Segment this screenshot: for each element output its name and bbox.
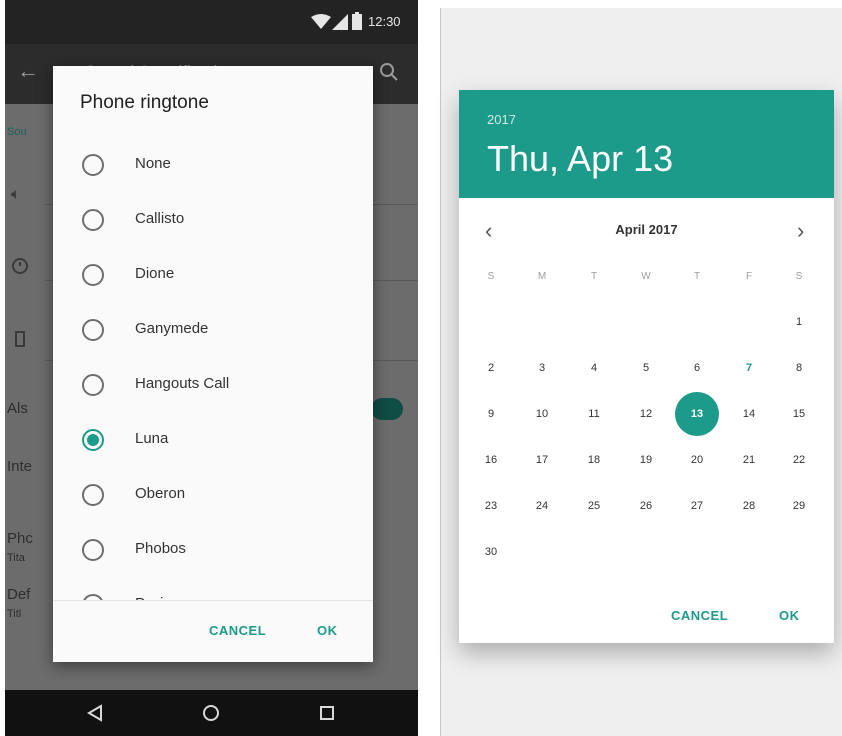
ringtone-label: Oberon xyxy=(135,485,186,502)
wifi-icon xyxy=(311,14,331,29)
row-text-interruptions: Inte xyxy=(7,458,33,475)
cancel-button[interactable]: CANCEL xyxy=(209,623,266,638)
day-cell[interactable]: 24 xyxy=(527,500,557,512)
ringtone-item[interactable]: Dione xyxy=(53,249,373,304)
radio-button[interactable] xyxy=(82,154,104,176)
day-cell[interactable]: 17 xyxy=(527,454,557,466)
battery-icon xyxy=(352,12,362,30)
day-cell[interactable]: 1 xyxy=(784,316,814,328)
radio-button[interactable] xyxy=(82,539,104,561)
day-cell[interactable]: 6 xyxy=(682,362,712,374)
row-text-phone-ringtone: Phc xyxy=(7,530,33,547)
day-cell[interactable]: 18 xyxy=(579,454,609,466)
day-cell[interactable]: 15 xyxy=(784,408,814,420)
day-cell[interactable]: 28 xyxy=(734,500,764,512)
day-cell[interactable]: 19 xyxy=(631,454,661,466)
home-icon[interactable] xyxy=(191,690,231,736)
ringtone-item[interactable]: Oberon xyxy=(53,469,373,524)
phone-screen: 12:30 ← Sound & notification Sou 🔈︎ Als … xyxy=(5,0,418,736)
day-cell[interactable]: 23 xyxy=(476,500,506,512)
ringtone-item[interactable]: Ganymede xyxy=(53,304,373,359)
day-cell[interactable]: 9 xyxy=(476,408,506,420)
radio-button-checked[interactable] xyxy=(82,429,104,451)
recents-icon[interactable] xyxy=(307,690,347,736)
weekday-label: T xyxy=(590,271,598,282)
weekday-label: S xyxy=(487,271,495,282)
day-cell[interactable]: 16 xyxy=(476,454,506,466)
day-cell[interactable]: 11 xyxy=(579,408,609,420)
weekday-label: W xyxy=(641,271,651,282)
picker-ok-button[interactable]: OK xyxy=(779,608,800,623)
ringtone-label: Phobos xyxy=(135,540,186,557)
day-cell[interactable]: 21 xyxy=(734,454,764,466)
status-time: 12:30 xyxy=(368,14,401,29)
radio-button[interactable] xyxy=(82,319,104,341)
radio-button[interactable] xyxy=(82,484,104,506)
ringtone-label: Callisto xyxy=(135,210,185,227)
search-icon[interactable] xyxy=(379,62,399,82)
volume-icon: 🔈︎ xyxy=(11,186,21,203)
back-icon[interactable] xyxy=(75,690,115,736)
day-cell[interactable]: 22 xyxy=(784,454,814,466)
month-label: April 2017 xyxy=(615,222,678,237)
weekday-label: T xyxy=(693,271,701,282)
toggle-switch[interactable] xyxy=(371,398,403,420)
day-cell[interactable]: 7 xyxy=(734,362,764,374)
day-cell[interactable]: 12 xyxy=(631,408,661,420)
day-cell[interactable]: 3 xyxy=(527,362,557,374)
weekday-label: F xyxy=(745,271,753,282)
dialog-actions: CANCEL OK xyxy=(53,600,373,662)
selected-day[interactable]: 13 xyxy=(682,408,712,420)
radio-button[interactable] xyxy=(82,374,104,396)
row-text-also-vibrate: Als xyxy=(7,400,28,417)
picker-cancel-button[interactable]: CANCEL xyxy=(671,608,728,623)
day-cell[interactable]: 26 xyxy=(631,500,661,512)
vibrate-icon xyxy=(15,331,25,347)
dialog-title: Phone ringtone xyxy=(80,92,209,113)
day-cell[interactable]: 2 xyxy=(476,362,506,374)
alarm-icon xyxy=(12,258,28,274)
day-cell[interactable]: 5 xyxy=(631,362,661,374)
year-label[interactable]: 2017 xyxy=(487,112,516,127)
ringtone-item[interactable]: Phobos xyxy=(53,524,373,579)
day-cell[interactable]: 27 xyxy=(682,500,712,512)
ringtone-item[interactable]: Callisto xyxy=(53,194,373,249)
ringtone-label: Dione xyxy=(135,265,175,282)
row-text-default-notification: Def xyxy=(7,586,31,603)
day-cell[interactable]: 25 xyxy=(579,500,609,512)
date-picker-header: 2017 Thu, Apr 13 xyxy=(459,90,834,198)
section-label: Sou xyxy=(7,126,27,138)
selected-date-label[interactable]: Thu, Apr 13 xyxy=(487,138,673,180)
radio-button[interactable] xyxy=(82,209,104,231)
status-bar: 12:30 xyxy=(5,0,418,44)
ringtone-item[interactable]: Luna xyxy=(53,414,373,469)
day-cell[interactable]: 14 xyxy=(734,408,764,420)
day-cell[interactable]: 8 xyxy=(784,362,814,374)
back-arrow-icon[interactable]: ← xyxy=(17,58,39,84)
radio-button[interactable] xyxy=(82,264,104,286)
weekday-label: S xyxy=(795,271,803,282)
ringtone-item[interactable]: None xyxy=(53,139,373,194)
row-subtext-phone-ringtone: Tita xyxy=(7,552,25,564)
day-cell[interactable]: 20 xyxy=(682,454,712,466)
ringtone-label: Luna xyxy=(135,430,169,447)
day-cell[interactable]: 10 xyxy=(527,408,557,420)
date-picker-dialog: 2017 Thu, Apr 13 ‹ April 2017 › SMTWTFS … xyxy=(459,90,834,643)
next-month-icon[interactable]: › xyxy=(797,218,804,244)
day-cell[interactable]: 4 xyxy=(579,362,609,374)
day-cell[interactable]: 30 xyxy=(476,546,506,558)
ringtone-dialog: Phone ringtone None Callisto Dione Ganymede… xyxy=(53,66,373,662)
row-subtext-default-notification: Titl xyxy=(7,608,22,620)
ringtone-label: Ganymede xyxy=(135,320,209,337)
weekday-label: M xyxy=(537,271,547,282)
ok-button[interactable]: OK xyxy=(317,623,338,638)
ringtone-label: Hangouts Call xyxy=(135,375,230,392)
signal-icon xyxy=(332,14,348,30)
day-cell[interactable]: 29 xyxy=(784,500,814,512)
navigation-bar xyxy=(5,690,418,736)
ringtone-item[interactable]: Hangouts Call xyxy=(53,359,373,414)
ringtone-label: None xyxy=(135,155,171,172)
